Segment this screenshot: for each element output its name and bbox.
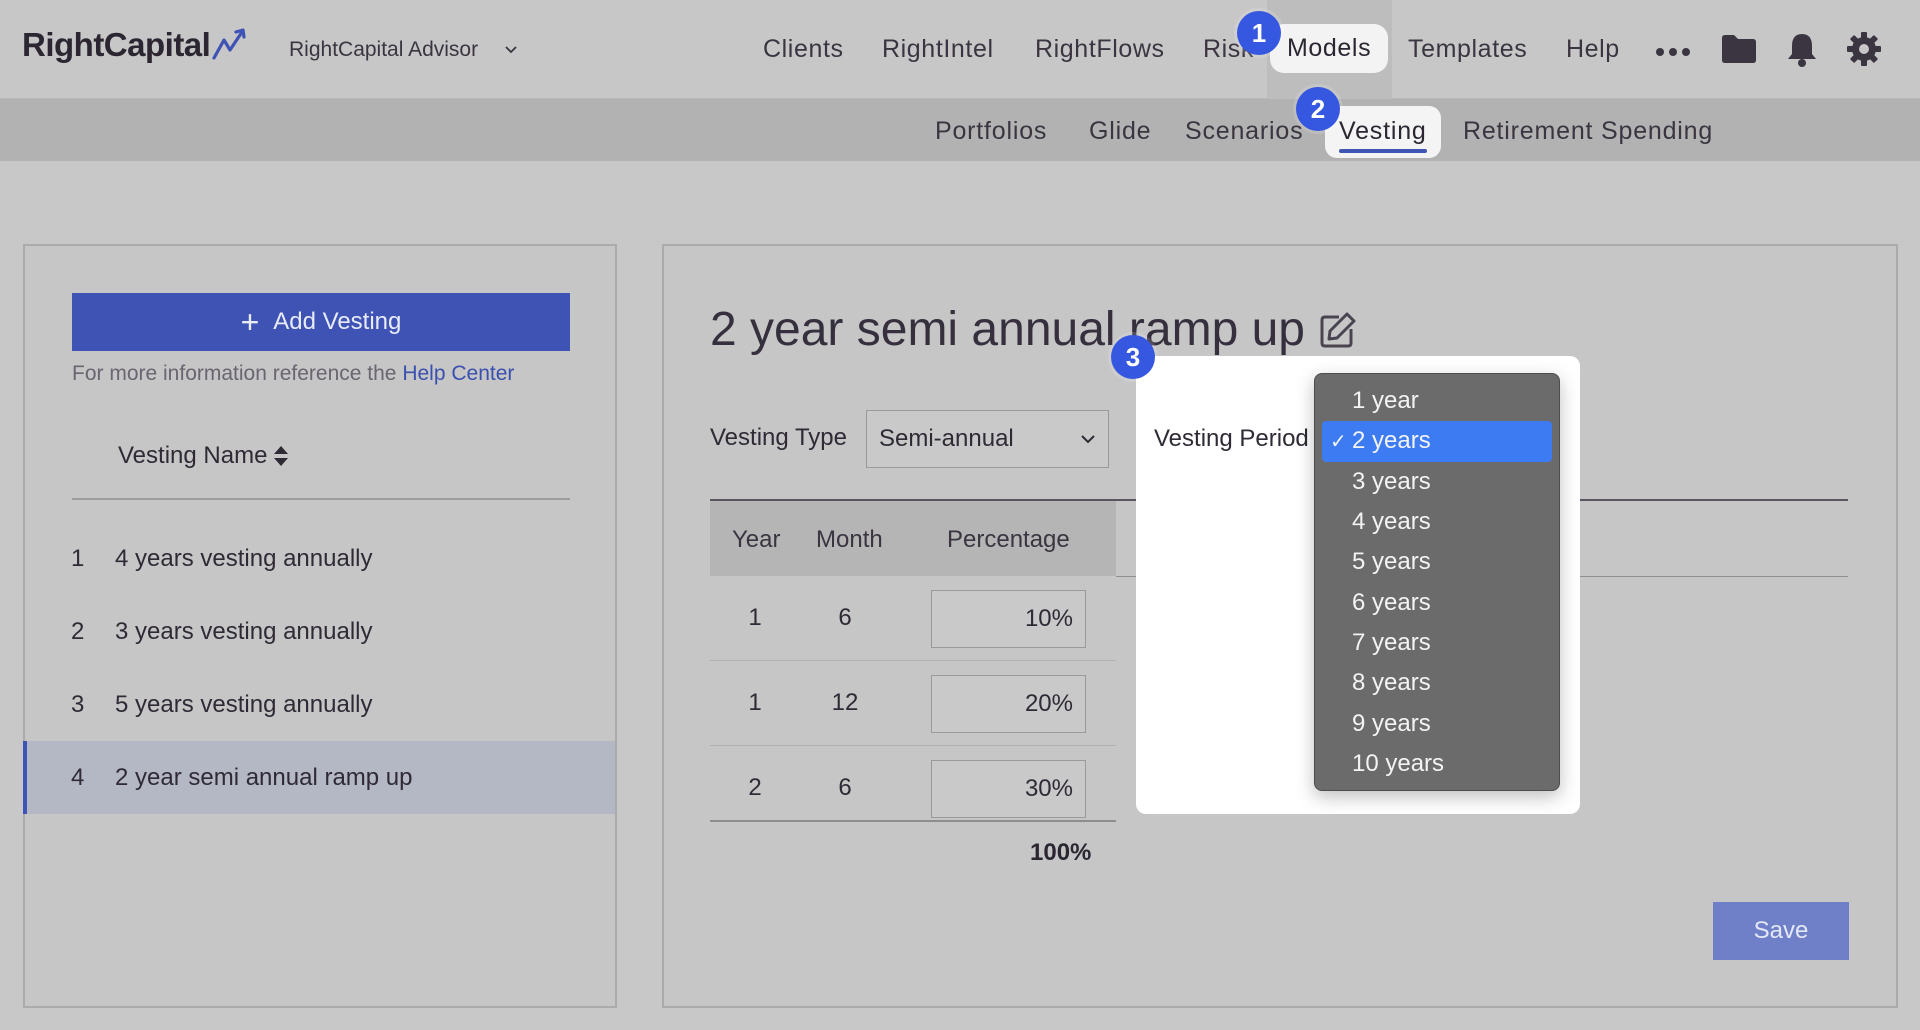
nav-rightintel[interactable]: RightIntel — [882, 35, 994, 64]
tab-vesting[interactable]: Vesting — [1325, 106, 1441, 158]
cell-year: 2 — [748, 774, 762, 801]
add-vesting-button[interactable]: + Add Vesting — [72, 293, 570, 351]
period-option-label: 10 years — [1352, 749, 1445, 777]
gear-icon[interactable] — [1846, 31, 1882, 72]
help-center-link[interactable]: Help Center — [402, 362, 514, 385]
period-option[interactable]: 1 year — [1322, 381, 1552, 421]
vesting-title: 2 year semi annual ramp up — [710, 302, 1357, 357]
vesting-item-name: 4 years vesting annually — [115, 544, 373, 572]
tab-scenarios[interactable]: Scenarios — [1185, 117, 1303, 146]
active-tab-underline — [1339, 149, 1427, 153]
col-year-header: Year — [732, 526, 781, 553]
table-row: 1 12 20% — [710, 661, 1116, 746]
vesting-name-sort-header[interactable]: Vesting Name — [118, 442, 289, 470]
period-option[interactable]: 7 years — [1322, 623, 1552, 663]
cell-year: 1 — [748, 689, 762, 716]
col-month-header: Month — [816, 526, 883, 553]
vesting-item-name: 2 year semi annual ramp up — [115, 763, 413, 791]
vesting-list-item[interactable]: 3 5 years vesting annually — [25, 668, 615, 741]
vesting-period-label: Vesting Period — [1154, 425, 1309, 452]
vesting-type-value: Semi-annual — [879, 425, 1014, 452]
period-option-label: 2 years — [1352, 427, 1431, 455]
vesting-item-number: 1 — [71, 544, 85, 572]
main-nav: Clients RightIntel RightFlows Risk Model… — [0, 0, 1920, 99]
percentage-total: 100% — [1030, 839, 1092, 866]
top-header: RightCapital RightCapital Advisor Client… — [0, 0, 1920, 99]
period-option[interactable]: 4 years — [1322, 502, 1552, 542]
vesting-list: 1 4 years vesting annually 2 3 years ves… — [23, 522, 615, 814]
period-option-label: 3 years — [1352, 467, 1431, 495]
period-option-label: 9 years — [1352, 709, 1431, 737]
step-badge-3: 3 — [1111, 335, 1155, 379]
period-option-label: 5 years — [1352, 548, 1431, 576]
sort-icon — [274, 446, 289, 466]
tab-retirement-spending[interactable]: Retirement Spending — [1463, 117, 1713, 146]
vesting-item-number: 4 — [71, 763, 85, 791]
vesting-list-panel: + Add Vesting For more information refer… — [23, 244, 617, 1008]
period-option[interactable]: 9 years — [1322, 703, 1552, 743]
chevron-down-icon — [1081, 435, 1095, 444]
nav-templates[interactable]: Templates — [1408, 35, 1527, 64]
nav-clients[interactable]: Clients — [763, 35, 844, 64]
period-option[interactable]: 8 years — [1322, 663, 1552, 703]
vesting-item-number: 2 — [71, 617, 85, 645]
period-option-selected[interactable]: ✓ 2 years — [1322, 421, 1552, 462]
sub-nav: Portfolios Glide Scenarios Vesting Retir… — [0, 99, 1920, 161]
list-divider — [72, 498, 570, 500]
period-option-label: 6 years — [1352, 588, 1431, 616]
edit-icon[interactable] — [1319, 311, 1357, 349]
add-vesting-label: Add Vesting — [273, 308, 402, 335]
vesting-period-dropdown: 1 year ✓ 2 years 3 years 4 years 5 years… — [1314, 373, 1560, 791]
period-option[interactable]: 10 years — [1322, 744, 1552, 784]
tab-portfolios[interactable]: Portfolios — [935, 117, 1047, 146]
period-option-label: 8 years — [1352, 669, 1431, 697]
vesting-list-item[interactable]: 1 4 years vesting annually — [25, 522, 615, 595]
help-note-text: For more information reference the — [72, 362, 397, 385]
vesting-type-label: Vesting Type — [710, 424, 847, 451]
vesting-item-name: 5 years vesting annually — [115, 690, 373, 718]
vesting-item-name: 3 years vesting annually — [115, 617, 373, 645]
cell-month: 6 — [838, 774, 852, 801]
total-rule — [710, 820, 1116, 822]
nav-help[interactable]: Help — [1566, 35, 1620, 64]
vesting-list-item-selected[interactable]: 4 2 year semi annual ramp up — [23, 741, 615, 814]
period-option[interactable]: 6 years — [1322, 582, 1552, 622]
period-option[interactable]: 5 years — [1322, 542, 1552, 582]
save-button[interactable]: Save — [1713, 902, 1849, 960]
vesting-name-header-label: Vesting Name — [118, 442, 268, 469]
cell-month: 6 — [838, 604, 852, 631]
more-icon[interactable] — [1655, 44, 1691, 62]
plus-icon: + — [240, 304, 260, 340]
period-option-label: 7 years — [1352, 628, 1431, 656]
step-badge-2: 2 — [1296, 87, 1340, 131]
help-note: For more information reference the Help … — [72, 362, 514, 386]
cell-month: 12 — [831, 689, 859, 716]
cell-year: 1 — [748, 604, 762, 631]
col-percentage-header: Percentage — [947, 526, 1070, 553]
percentage-input[interactable]: 20% — [931, 675, 1086, 733]
vesting-list-item[interactable]: 2 3 years vesting annually — [25, 595, 615, 668]
vesting-item-number: 3 — [71, 690, 85, 718]
folder-icon[interactable] — [1721, 34, 1757, 69]
nav-rightflows[interactable]: RightFlows — [1035, 35, 1165, 64]
period-option-label: 4 years — [1352, 508, 1431, 536]
checkmark-icon: ✓ — [1330, 430, 1347, 453]
vesting-title-text: 2 year semi annual ramp up — [710, 303, 1305, 356]
table-row: 1 6 10% — [710, 576, 1116, 661]
tab-vesting-label: Vesting — [1339, 117, 1427, 145]
vesting-type-select[interactable]: Semi-annual — [866, 410, 1109, 468]
percentage-input[interactable]: 10% — [931, 590, 1086, 648]
period-option-label: 1 year — [1352, 387, 1419, 415]
percentage-input[interactable]: 30% — [931, 760, 1086, 818]
tab-glide[interactable]: Glide — [1089, 117, 1151, 146]
table-row: 2 6 30% — [710, 746, 1116, 831]
period-option[interactable]: 3 years — [1322, 462, 1552, 502]
bell-icon[interactable] — [1786, 31, 1818, 72]
nav-models[interactable]: Models — [1270, 24, 1389, 73]
step-badge-1: 1 — [1237, 11, 1281, 55]
